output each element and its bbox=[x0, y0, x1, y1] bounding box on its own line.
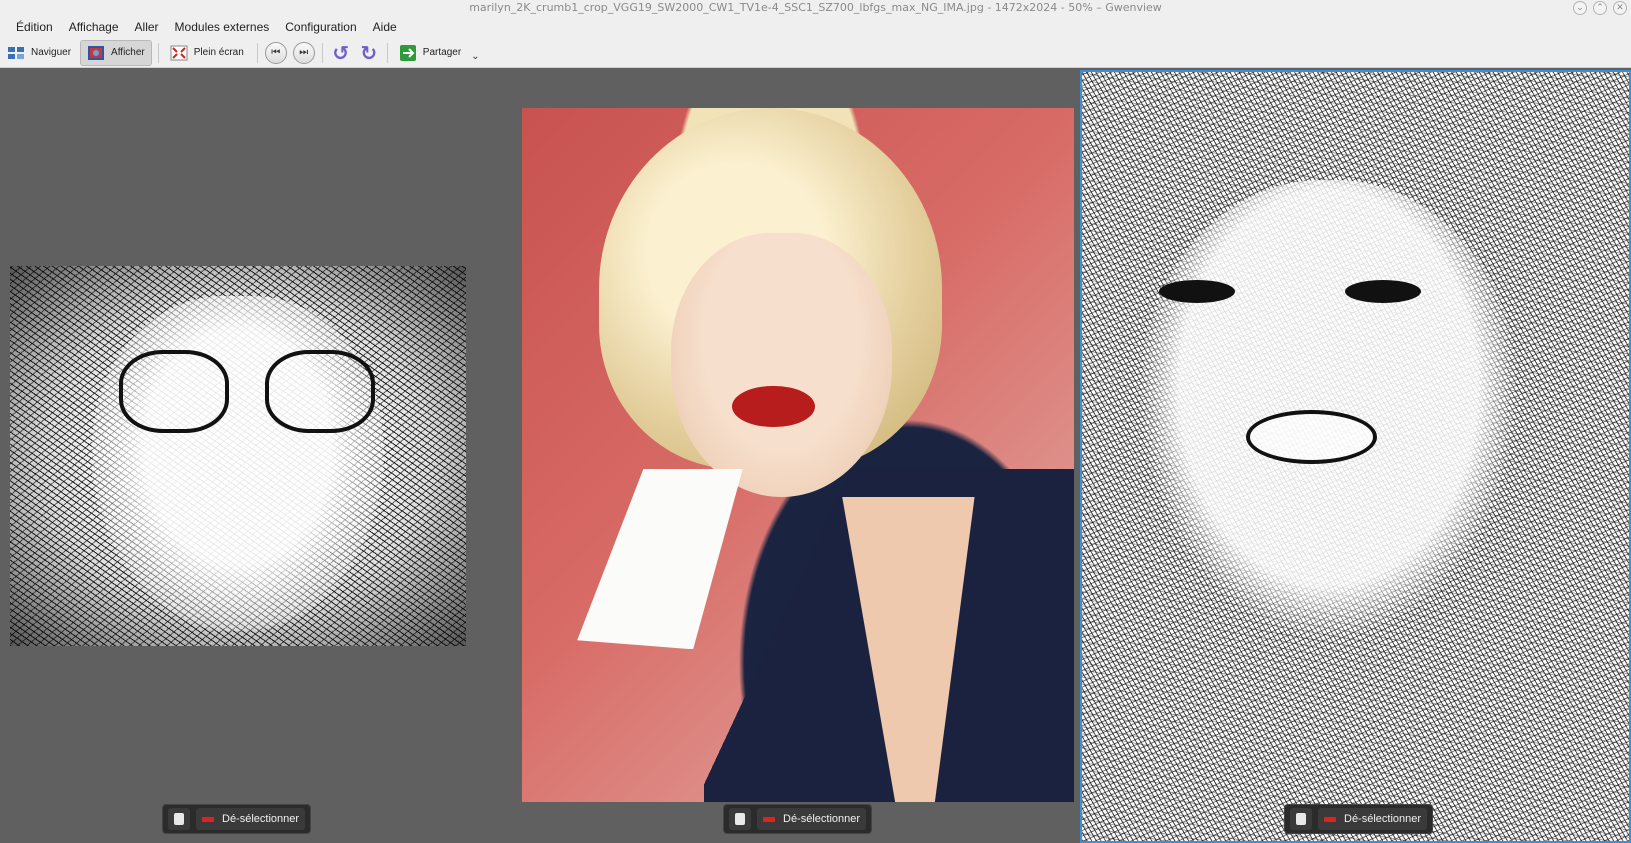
menu-go[interactable]: Aller bbox=[127, 16, 167, 38]
photo-face bbox=[671, 232, 892, 497]
close-icon[interactable]: ✕ bbox=[1613, 1, 1627, 15]
image-viewer: Dé-sélectionner Dé-sélectionner Dé-sélec… bbox=[0, 68, 1631, 843]
deselect-toolbar-2: Dé-sélectionner bbox=[723, 804, 873, 834]
trash-icon bbox=[735, 813, 745, 825]
deselect-button[interactable]: Dé-sélectionner bbox=[757, 808, 867, 830]
maximize-icon[interactable]: ⌃ bbox=[1593, 1, 1607, 15]
next-image-button[interactable]: ⏭ bbox=[292, 41, 315, 64]
window-titlebar: marilyn_2K_crumb1_crop_VGG19_SW2000_CW1_… bbox=[0, 0, 1631, 16]
rotate-left-icon: ↺ bbox=[332, 40, 350, 65]
deselect-button[interactable]: Dé-sélectionner bbox=[1318, 808, 1428, 830]
rotate-right-icon: ↻ bbox=[360, 40, 378, 65]
deselect-label: Dé-sélectionner bbox=[1344, 813, 1422, 825]
minimize-icon[interactable]: ⌄ bbox=[1573, 1, 1587, 15]
rotate-left-button[interactable]: ↺ bbox=[330, 42, 352, 64]
photo-lips bbox=[731, 385, 815, 428]
deselect-label: Dé-sélectionner bbox=[783, 813, 861, 825]
share-icon bbox=[399, 44, 416, 61]
skip-forward-icon: ⏭ bbox=[299, 47, 309, 58]
window-title: marilyn_2K_crumb1_crop_VGG19_SW2000_CW1_… bbox=[469, 1, 1162, 14]
minus-icon bbox=[1324, 816, 1336, 822]
chevron-down-icon[interactable]: ⌄ bbox=[471, 51, 479, 62]
browse-button[interactable]: Naviguer bbox=[0, 40, 78, 66]
skip-back-icon: ⏮ bbox=[271, 47, 281, 58]
toolbar-separator bbox=[157, 42, 159, 63]
sketch-glasses-right bbox=[265, 349, 375, 434]
deselect-button[interactable]: Dé-sélectionner bbox=[196, 808, 306, 830]
menu-view[interactable]: Affichage bbox=[61, 16, 127, 38]
sketch-result-eye-left bbox=[1158, 279, 1236, 303]
deselect-label: Dé-sélectionner bbox=[222, 813, 300, 825]
toolbar-separator bbox=[386, 42, 388, 63]
trash-button[interactable] bbox=[1290, 808, 1312, 830]
sketch-result-eye-right bbox=[1344, 279, 1422, 303]
fullscreen-icon bbox=[170, 45, 188, 60]
sketch-face bbox=[92, 296, 384, 631]
minus-icon bbox=[763, 816, 775, 822]
toolbar-separator bbox=[321, 42, 323, 63]
trash-button[interactable] bbox=[729, 808, 751, 830]
minus-icon bbox=[202, 816, 214, 822]
view-button[interactable]: Afficher bbox=[80, 39, 152, 66]
menubar: Édition Affichage Aller Modules externes… bbox=[0, 16, 1631, 38]
sketch-result-mouth bbox=[1246, 410, 1378, 465]
share-button[interactable]: Partager ⌄ bbox=[392, 40, 487, 66]
deselect-toolbar-1: Dé-sélectionner bbox=[162, 804, 312, 834]
browse-grid-icon bbox=[8, 46, 24, 59]
image-photo-original[interactable] bbox=[522, 108, 1074, 802]
deselect-toolbar-3: Dé-sélectionner bbox=[1284, 804, 1434, 834]
browse-label: Naviguer bbox=[31, 47, 72, 58]
share-label: Partager bbox=[422, 47, 462, 58]
menu-plugins[interactable]: Modules externes bbox=[167, 16, 278, 38]
sketch-glasses-left bbox=[119, 349, 229, 434]
menu-edit[interactable]: Édition bbox=[8, 16, 61, 38]
window-controls: ⌄ ⌃ ✕ bbox=[1573, 1, 1627, 15]
fullscreen-button[interactable]: Plein écran bbox=[163, 40, 251, 66]
view-label: Afficher bbox=[111, 47, 145, 58]
trash-icon bbox=[1296, 813, 1306, 825]
trash-button[interactable] bbox=[168, 808, 190, 830]
image-style-transfer-result[interactable] bbox=[1080, 70, 1631, 843]
rotate-right-button[interactable]: ↻ bbox=[358, 42, 380, 64]
image-crumb-sketch[interactable] bbox=[10, 266, 466, 646]
view-image-icon bbox=[88, 45, 105, 60]
previous-image-button[interactable]: ⏮ bbox=[264, 41, 287, 64]
menu-help[interactable]: Aide bbox=[365, 16, 405, 38]
main-toolbar: Naviguer Afficher Plein écran ⏮ ⏭ ↺ ↻ Pa… bbox=[0, 38, 1631, 68]
fullscreen-label: Plein écran bbox=[193, 47, 244, 58]
menu-settings[interactable]: Configuration bbox=[277, 16, 364, 38]
toolbar-separator bbox=[256, 42, 258, 63]
trash-icon bbox=[174, 813, 184, 825]
